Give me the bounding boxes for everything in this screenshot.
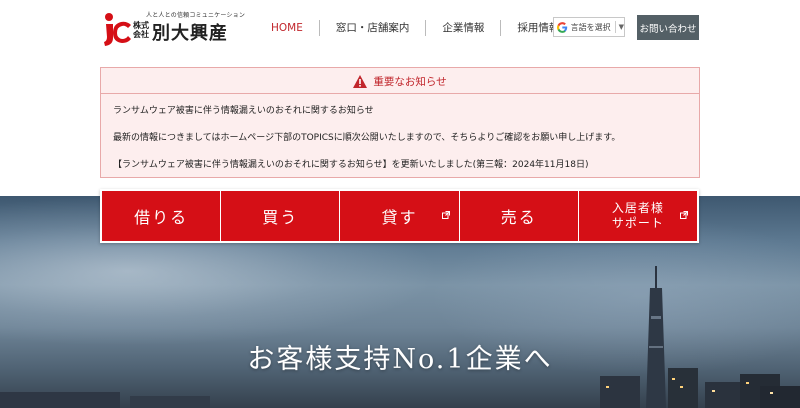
menu-item-lend[interactable]: 貸す xyxy=(339,191,459,241)
nav-item-company[interactable]: 企業情報 xyxy=(425,20,500,36)
menu-item-sell[interactable]: 売る xyxy=(458,191,578,241)
language-select[interactable]: 言語を選択 ▼ xyxy=(553,17,625,37)
notice-text-latest: 最新の情報につきましてはホームページ下部のTOPICSに順次公開いたしますので、… xyxy=(113,133,621,143)
notice-divider xyxy=(101,93,699,94)
notice-link-update[interactable]: 【ランサムウェア被害に伴う情報漏えいのおそれに関するお知らせ】を更新いたしました… xyxy=(113,157,588,170)
google-g-icon xyxy=(557,21,568,33)
logo-company-type: 株式 会社 xyxy=(133,21,149,39)
notice-heading: 重要なお知らせ xyxy=(101,74,699,89)
menu-item-label: 入居者様 サポート xyxy=(611,201,664,230)
warning-icon xyxy=(353,75,368,88)
nav-item-branches[interactable]: 窓口・店舗案内 xyxy=(318,20,426,36)
contact-button[interactable]: お問い合わせ xyxy=(637,15,699,40)
external-link-icon xyxy=(680,211,689,219)
caret-down-icon: ▼ xyxy=(618,23,624,31)
main-nav: HOME 窓口・店舗案内 企業情報 採用情報 xyxy=(255,18,577,38)
notice-link-ransomware[interactable]: ランサムウェア被害に伴う情報漏えいのおそれに関するお知らせ xyxy=(113,103,374,116)
menu-item-resident-support[interactable]: 入居者様 サポート xyxy=(577,191,698,241)
company-logo[interactable]: 人と人との信頼コミュニケーション 株式 会社 別大興産 xyxy=(100,9,245,49)
logo-mark-icon xyxy=(104,13,131,46)
menu-item-buy[interactable]: 買う xyxy=(220,191,340,241)
menu-item-label: 貸す xyxy=(381,208,418,227)
hero-title: お客様支持No.1企業へ xyxy=(247,344,553,375)
menu-item-label: 借りる xyxy=(134,208,189,227)
external-link-icon xyxy=(441,211,450,219)
site-header: 人と人との信頼コミュニケーション 株式 会社 別大興産 HOME 窓口・店舗案内… xyxy=(0,0,800,58)
menu-item-rent[interactable]: 借りる xyxy=(102,191,221,241)
logo-tagline: 人と人との信頼コミュニケーション xyxy=(146,12,246,19)
category-menu: 借りる 買う 貸す 売る 入居者様 サポート xyxy=(100,189,699,243)
important-notice: 重要なお知らせ ランサムウェア被害に伴う情報漏えいのおそれに関するお知らせ 最新… xyxy=(100,67,700,178)
menu-item-label: 買う xyxy=(262,208,299,227)
logo-company-name: 別大興産 xyxy=(152,23,228,44)
menu-item-label: 売る xyxy=(500,208,537,227)
nav-item-home[interactable]: HOME xyxy=(255,20,319,36)
language-select-label: 言語を選択 xyxy=(570,22,611,32)
language-select-divider xyxy=(614,21,616,33)
notice-heading-text: 重要なお知らせ xyxy=(373,76,447,88)
